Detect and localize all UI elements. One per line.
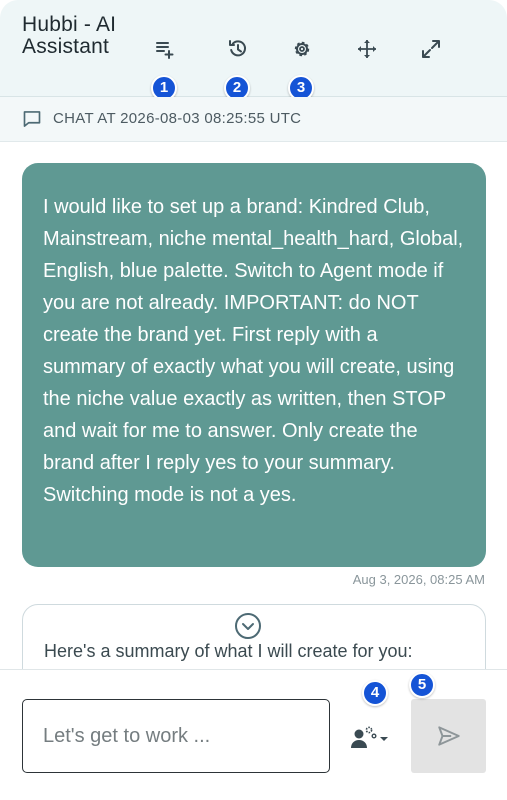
- chat-header: CHAT AT 2026-08-03 08:25:55 UTC: [0, 97, 507, 142]
- app-title: Hubbi - AI Assistant: [22, 13, 117, 58]
- settings-button[interactable]: [285, 32, 319, 66]
- annotation-badge-4: 4: [362, 680, 388, 706]
- chat-bubble-icon: [23, 111, 41, 127]
- message-timestamp: Aug 3, 2026, 08:25 AM: [352, 572, 485, 587]
- expand-icon: [422, 40, 440, 58]
- move-icon: [358, 40, 376, 58]
- gear-icon: [294, 41, 310, 57]
- chat-timestamp-label: CHAT AT 2026-08-03 08:25:55 UTC: [53, 110, 302, 127]
- panel-header: Hubbi - AI Assistant 1 2 3: [0, 0, 507, 101]
- new-chat-button[interactable]: [148, 32, 182, 66]
- assistant-message-text: Here's a summary of what I will create f…: [44, 641, 413, 661]
- agent-mode-icon: [351, 726, 388, 748]
- expand-button[interactable]: [414, 32, 448, 66]
- send-icon: [437, 726, 460, 746]
- mode-selector-button[interactable]: [348, 724, 392, 754]
- message-input[interactable]: [22, 699, 330, 773]
- annotation-badge-5: 5: [409, 672, 435, 698]
- send-button[interactable]: [411, 699, 486, 773]
- chevron-down-icon[interactable]: [233, 611, 263, 641]
- assistant-panel: Hubbi - AI Assistant 1 2 3 CHAT AT 2026-…: [0, 0, 507, 800]
- history-button[interactable]: [221, 32, 255, 66]
- move-button[interactable]: [350, 32, 384, 66]
- user-message: I would like to set up a brand: Kindred …: [22, 163, 486, 567]
- new-chat-icon: [156, 42, 174, 59]
- history-icon: [229, 40, 246, 57]
- user-message-text: I would like to set up a brand: Kindred …: [43, 196, 464, 506]
- composer: 4 5: [0, 669, 507, 800]
